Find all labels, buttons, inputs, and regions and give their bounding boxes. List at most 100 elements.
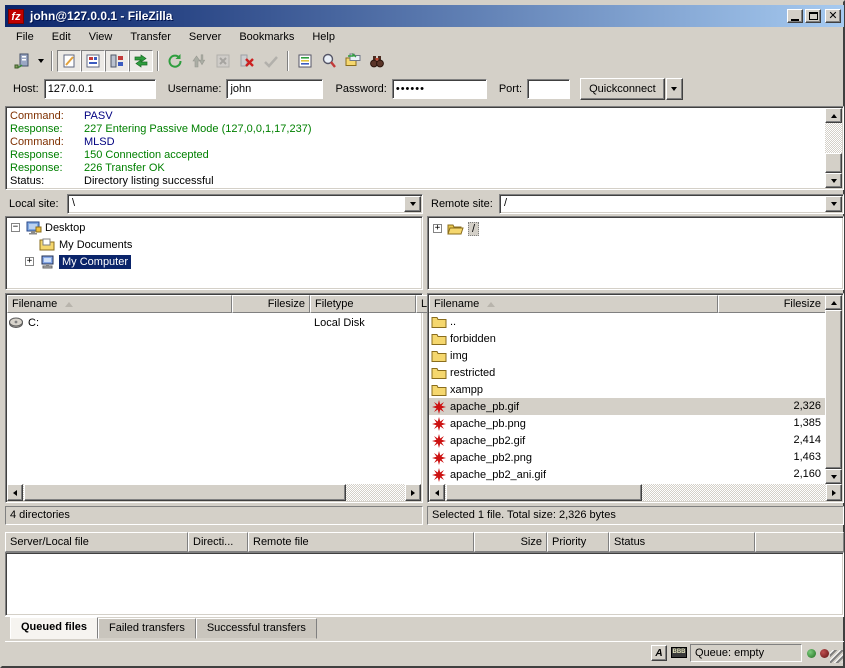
host-input[interactable] (44, 79, 156, 99)
status-led-green-icon (807, 649, 816, 658)
speed-limits-icon[interactable]: BBB (671, 647, 687, 658)
cancel-button[interactable] (211, 50, 235, 72)
tree-item-root[interactable]: + / (428, 220, 843, 237)
remote-hscrollbar[interactable] (429, 484, 842, 501)
remote-row[interactable]: xampp (429, 381, 825, 398)
remote-row-selected[interactable]: apache_pb.gif 2,326 (429, 398, 825, 415)
scroll-down-button[interactable] (825, 469, 842, 484)
remote-row[interactable]: .. (429, 313, 825, 330)
column-header-filename[interactable]: Filename (429, 295, 718, 313)
remote-site-label: Remote site: (427, 194, 493, 214)
scroll-right-button[interactable] (826, 484, 842, 501)
remote-row[interactable]: apache_pb2.png 1,463 (429, 449, 825, 466)
combo-dropdown-button[interactable] (825, 196, 842, 212)
directory-comparison-button[interactable] (317, 50, 341, 72)
resize-grip[interactable] (830, 650, 843, 663)
column-header-status[interactable]: Status (609, 532, 755, 552)
toggle-message-log-button[interactable] (57, 50, 81, 72)
menu-server[interactable]: Server (180, 29, 230, 45)
tab-failed-transfers[interactable]: Failed transfers (98, 618, 196, 639)
remote-row[interactable]: apache_pb2.gif 2,414 (429, 432, 825, 449)
collapse-icon[interactable]: − (11, 223, 20, 232)
column-header-filesize[interactable]: Filesize (232, 295, 310, 313)
column-header-remote-file[interactable]: Remote file (248, 532, 474, 552)
column-header-size[interactable]: Size (474, 532, 547, 552)
file-name: img (450, 350, 468, 362)
quickconnect-dropdown[interactable] (666, 78, 683, 100)
toggle-remote-tree-button[interactable] (105, 50, 129, 72)
remote-site-combobox[interactable]: / (499, 194, 844, 214)
scroll-left-button[interactable] (429, 484, 445, 501)
disconnect-icon (239, 53, 255, 69)
image-file-icon (431, 417, 447, 431)
scroll-down-button[interactable] (825, 173, 842, 188)
refresh-button[interactable] (163, 50, 187, 72)
username-input[interactable] (226, 79, 323, 99)
file-size: 2,160 (718, 466, 821, 483)
remote-row[interactable]: img (429, 347, 825, 364)
column-header-filetype[interactable]: Filetype (310, 295, 416, 313)
tab-queued-files[interactable]: Queued files (10, 617, 98, 639)
column-header-direction[interactable]: Directi... (188, 532, 248, 552)
filter-button[interactable] (293, 50, 317, 72)
scroll-up-button[interactable] (825, 108, 842, 123)
column-header-blank (755, 532, 844, 552)
transfer-type-icon[interactable]: A (651, 645, 667, 661)
column-header-filename[interactable]: Filename (7, 295, 232, 313)
log-line: Response:226 Transfer OK (6, 162, 843, 175)
toggle-queue-button[interactable] (129, 50, 153, 72)
expand-icon[interactable]: + (433, 224, 442, 233)
column-header-priority[interactable]: Priority (547, 532, 609, 552)
process-queue-button[interactable] (187, 50, 211, 72)
menu-transfer[interactable]: Transfer (121, 29, 180, 45)
scrollbar-thumb[interactable] (825, 153, 842, 173)
remote-row[interactable]: restricted (429, 364, 825, 381)
column-header-server-local-file[interactable]: Server/Local file (5, 532, 188, 552)
column-header-filesize[interactable]: Filesize (718, 295, 826, 313)
scrollbar-thumb[interactable] (446, 484, 642, 501)
maximize-button[interactable] (805, 9, 821, 23)
arrow-right-icon (411, 490, 415, 496)
menu-file[interactable]: File (7, 29, 43, 45)
quickconnect-bar: Host: Username: Password: Port: Quickcon… (5, 74, 844, 104)
local-hscrollbar[interactable] (7, 484, 421, 501)
remote-row[interactable]: apache_pb2_ani.gif 2,160 (429, 466, 825, 483)
scrollbar-thumb[interactable] (24, 484, 346, 501)
menu-bookmarks[interactable]: Bookmarks (230, 29, 303, 45)
quickconnect-button[interactable]: Quickconnect (580, 78, 665, 100)
scroll-left-button[interactable] (7, 484, 23, 501)
password-input[interactable] (392, 79, 487, 99)
site-manager-button[interactable] (10, 50, 34, 72)
site-manager-dropdown[interactable] (34, 50, 47, 72)
minimize-button[interactable] (787, 9, 803, 23)
local-row-c-drive[interactable]: C: Local Disk (7, 314, 421, 331)
remote-vscrollbar[interactable] (825, 295, 842, 484)
tree-item-my-documents[interactable]: My Documents (6, 236, 422, 253)
toggle-local-tree-button[interactable] (81, 50, 105, 72)
local-site-combobox[interactable]: \ (67, 194, 423, 214)
combo-dropdown-button[interactable] (404, 196, 421, 212)
close-button[interactable]: ✕ (825, 9, 841, 23)
tab-successful-transfers[interactable]: Successful transfers (196, 618, 317, 639)
menu-view[interactable]: View (80, 29, 122, 45)
log-scrollbar[interactable] (825, 108, 842, 188)
remote-row[interactable]: apache_pb.png 1,385 (429, 415, 825, 432)
tree-item-desktop[interactable]: − Desktop (6, 219, 422, 236)
synchronized-browsing-button[interactable] (341, 50, 365, 72)
reconnect-button[interactable] (259, 50, 283, 72)
file-size: 2,414 (718, 432, 821, 449)
scroll-up-button[interactable] (825, 295, 842, 310)
expand-icon[interactable]: + (25, 257, 34, 266)
disconnect-button[interactable] (235, 50, 259, 72)
menu-edit[interactable]: Edit (43, 29, 80, 45)
port-input[interactable] (527, 79, 570, 99)
remote-row[interactable]: forbidden (429, 330, 825, 347)
scroll-right-button[interactable] (405, 484, 421, 501)
local-list-header: Filename Filesize Filetype L (7, 295, 421, 313)
tree-item-label: Desktop (45, 222, 85, 234)
search-button[interactable] (365, 50, 389, 72)
menu-help[interactable]: Help (303, 29, 344, 45)
tree-item-my-computer[interactable]: + My Computer (6, 253, 422, 270)
window-title: john@127.0.0.1 - FileZilla (30, 9, 172, 23)
scrollbar-thumb[interactable] (825, 310, 842, 469)
